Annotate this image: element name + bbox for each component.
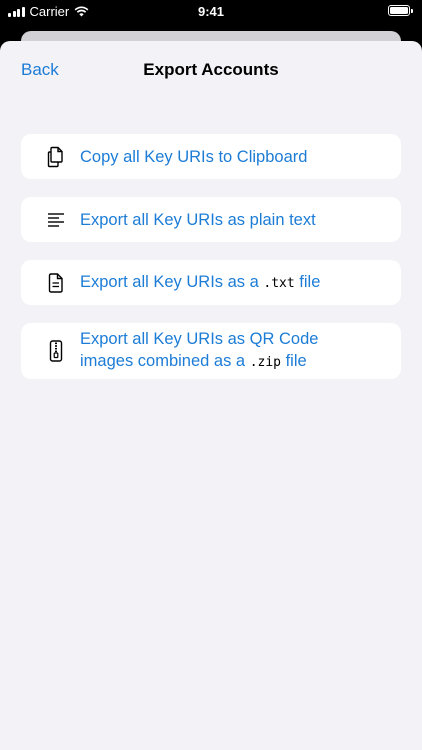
copy-to-clipboard-option[interactable]: Copy all Key URIs to Clipboard xyxy=(21,134,401,179)
page-title: Export Accounts xyxy=(143,60,279,79)
option-text: Export all Key URIs as a xyxy=(80,272,264,291)
code-extension: .zip xyxy=(249,355,281,370)
option-text-line1: Export all Key URIs as QR Code xyxy=(80,330,319,348)
status-bar: Carrier 9:41 xyxy=(0,0,422,24)
navigation-bar: Back Export Accounts xyxy=(0,41,422,99)
battery-icon xyxy=(388,5,413,16)
screen: Carrier 9:41 Back Export Accounts Copy a… xyxy=(0,0,422,750)
txt-file-option[interactable]: Export all Key URIs as a .txt file xyxy=(21,260,401,305)
option-label: Export all Key URIs as plain text xyxy=(80,210,316,229)
option-label: Export all Key URIs as a .txt file xyxy=(21,271,334,295)
export-options-list: Copy all Key URIs to Clipboard Export al… xyxy=(21,134,401,397)
document-icon xyxy=(45,271,67,295)
option-label: Export all Key URIs as QR Code images com… xyxy=(21,328,332,374)
clock: 9:41 xyxy=(197,4,225,19)
option-text-suffix: file xyxy=(294,272,321,291)
option-text-suffix: file xyxy=(281,352,307,370)
code-extension: .txt xyxy=(263,275,295,291)
text-lines-icon xyxy=(45,208,67,232)
zip-file-option[interactable]: Export all Key URIs as QR Code images com… xyxy=(21,323,401,379)
plain-text-option[interactable]: Export all Key URIs as plain text xyxy=(21,197,401,242)
option-text: images combined as a xyxy=(80,352,250,370)
copy-documents-icon xyxy=(45,145,67,169)
zip-archive-icon xyxy=(45,339,67,363)
